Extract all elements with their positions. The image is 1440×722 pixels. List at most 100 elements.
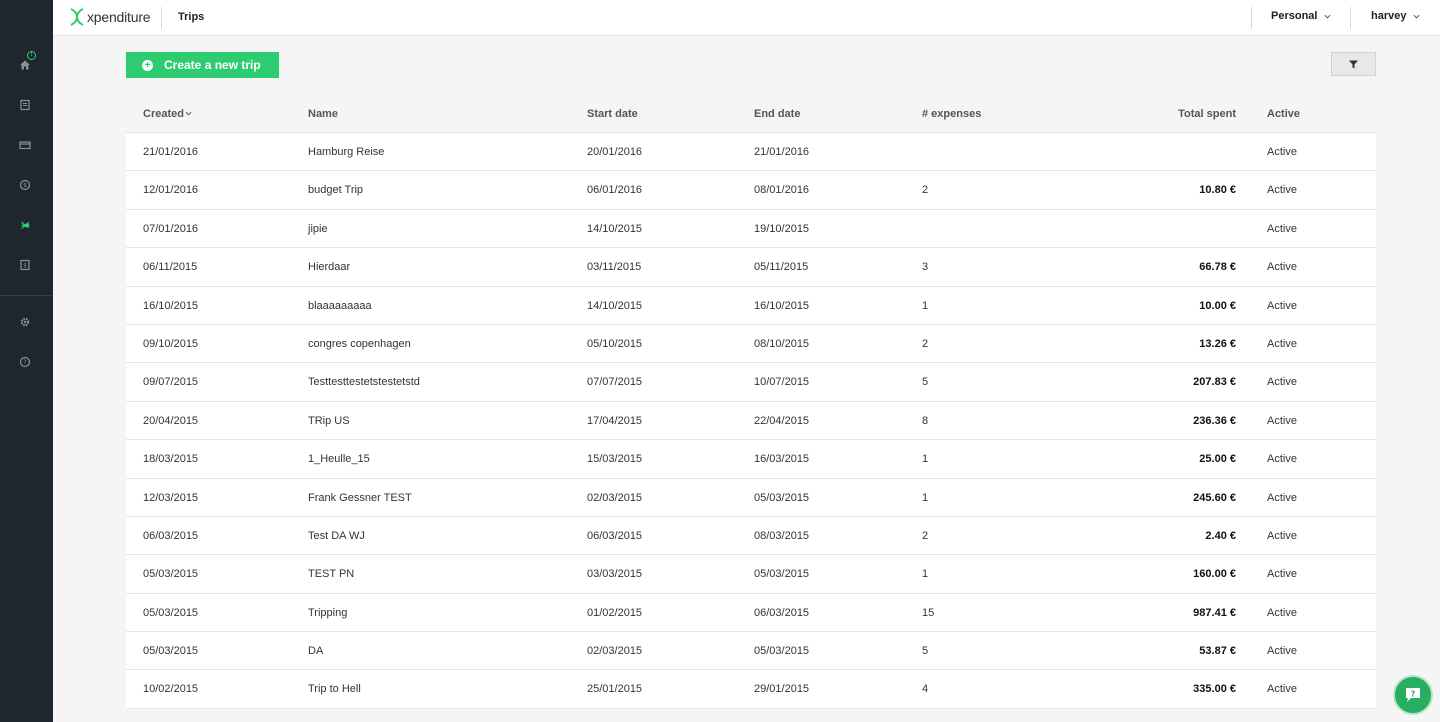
cell-expenses: 2 [922,337,929,350]
cell-start-date: 02/03/2015 [587,645,643,658]
column-header-total-spent[interactable]: Total spent [1116,108,1236,120]
sidebar-item-finance[interactable]: $ [16,176,34,194]
plus-icon: + [142,59,153,71]
page-title: Trips [178,11,205,23]
cell-created: 16/10/2015 [143,299,199,312]
account-selector[interactable]: Personal [1271,10,1331,22]
table-row[interactable]: 21/01/2016 Hamburg Reise 20/01/2016 21/01/2… [126,133,1376,172]
cell-end-date: 05/03/2015 [754,491,810,504]
cell-active: Active [1267,568,1297,581]
cell-name: Tripping [308,606,348,619]
cell-total-spent: 10.00 € [1199,299,1236,312]
cell-start-date: 03/11/2015 [587,261,642,274]
main-content: + Create a new trip Created Name Start d… [53,36,1440,722]
cell-expenses: 5 [922,376,929,389]
header-divider [161,7,162,29]
cell-total-spent: 25.00 € [1199,453,1236,466]
header-divider [1251,7,1252,29]
table-row[interactable]: 05/03/2015 TEST PN 03/03/2015 05/03/2015 1 16… [126,555,1376,594]
cell-created: 12/03/2015 [143,491,199,504]
table-row[interactable]: 09/10/2015 congres copenhagen 05/10/2015 08… [126,324,1376,364]
cell-start-date: 07/07/2015 [587,376,643,389]
table-row[interactable]: 06/11/2015 Hierdaar 03/11/2015 05/11/2015 3 6… [126,248,1376,287]
filter-button[interactable] [1331,52,1376,76]
cell-name: Trip to Hell [308,683,361,696]
cell-total-spent: 10.80 € [1199,184,1236,197]
table-row[interactable]: 05/03/2015 Tripping 01/02/2015 06/03/2015 15… [126,593,1376,633]
credit-card-icon [19,141,31,150]
logo-icon [70,8,84,26]
table-row[interactable]: 05/03/2015 DA 02/03/2015 05/03/2015 5 53.87 €… [126,632,1376,671]
table-row[interactable]: 16/10/2015 blaaaaaaaaa 14/10/2015 16/10/201… [126,286,1376,325]
sidebar-item-settings[interactable] [16,313,34,331]
cell-end-date: 22/04/2015 [754,414,810,427]
cell-expenses: 4 [922,683,929,696]
cell-active: Active [1267,414,1297,427]
cell-expenses: 1 [922,491,929,504]
cell-start-date: 06/03/2015 [587,529,643,542]
table-row[interactable]: 12/01/2016 budget Trip 06/01/2016 08/01/201… [126,171,1376,210]
cell-end-date: 16/03/2015 [754,453,810,466]
cell-name: blaaaaaaaaa [308,299,372,312]
sidebar-item-cards[interactable] [16,136,34,154]
cell-active: Active [1267,261,1297,274]
cell-created: 10/02/2015 [143,683,199,696]
chevron-down-icon [1324,14,1331,19]
cell-name: Frank Gessner TEST [308,491,412,504]
app-logo[interactable]: xpenditure [69,6,151,28]
svg-text:$: $ [23,262,27,269]
cell-end-date: 08/01/2016 [754,184,810,197]
cell-active: Active [1267,222,1297,235]
sidebar: ! $ $ ? [0,0,53,722]
sidebar-item-expenses[interactable] [16,96,34,114]
table-row[interactable]: 20/04/2015 TRip US 17/04/2015 22/04/2015 8 23… [126,401,1376,441]
cell-name: DA [308,645,324,658]
chat-help-button[interactable]: ? [1393,675,1433,715]
column-header-start-date[interactable]: Start date [587,108,638,120]
column-header-active[interactable]: Active [1267,108,1300,120]
create-trip-button[interactable]: + Create a new trip [126,52,279,78]
sort-chevron-icon [185,111,192,116]
cell-name: 1_Heulle_15 [308,453,370,466]
gear-icon [20,317,30,327]
cell-total-spent: 66.78 € [1199,261,1236,274]
sidebar-item-help[interactable]: ? [16,353,34,371]
cell-name: congres copenhagen [308,337,411,350]
table-body: 21/01/2016 Hamburg Reise 20/01/2016 21/01/2… [126,133,1376,709]
cell-expenses: 2 [922,184,929,197]
sidebar-item-home[interactable]: ! [16,51,36,74]
cell-start-date: 15/03/2015 [587,453,643,466]
cell-created: 06/03/2015 [143,529,199,542]
sidebar-item-reports[interactable]: $ [16,256,34,274]
cell-name: Hierdaar [308,261,351,274]
cell-total-spent: 245.60 € [1193,491,1236,504]
table-row[interactable]: 06/03/2015 Test DA WJ 06/03/2015 08/03/2015… [126,516,1376,556]
user-menu-label: harvey [1371,10,1407,22]
table-row[interactable]: 09/07/2015 Testtesttestetstestetstd 07/07/… [126,363,1376,402]
cell-total-spent: 987.41 € [1193,606,1236,619]
sidebar-item-trips[interactable] [16,216,34,234]
cell-name: budget Trip [308,184,364,197]
user-menu[interactable]: harvey [1371,10,1420,22]
cell-active: Active [1267,337,1297,350]
chat-help-icon: ? [1406,688,1420,702]
column-header-name[interactable]: Name [308,108,338,120]
cell-end-date: 08/10/2015 [754,337,810,350]
cell-active: Active [1267,606,1297,619]
cell-created: 05/03/2015 [143,645,199,658]
column-header-end-date[interactable]: End date [754,108,800,120]
table-row[interactable]: 18/03/2015 1_Heulle_15 15/03/2015 16/03/201… [126,440,1376,479]
table-row[interactable]: 12/03/2015 Frank Gessner TEST 02/03/2015 05… [126,478,1376,517]
home-icon [20,60,30,70]
filter-icon [1349,60,1358,68]
column-header-created[interactable]: Created [143,108,192,120]
cell-expenses: 2 [922,529,929,542]
document-icon [20,99,30,111]
cell-created: 21/01/2016 [143,146,199,158]
table-row[interactable]: 10/02/2015 Trip to Hell 25/01/2015 29/01/20… [126,670,1376,709]
table-row[interactable]: 07/01/2016 jipie 14/10/2015 19/10/2015 Activ… [126,209,1376,249]
cell-created: 09/07/2015 [143,376,199,389]
cell-total-spent: 160.00 € [1193,568,1236,581]
cell-active: Active [1267,529,1297,542]
column-header-expenses[interactable]: # expenses [922,108,981,120]
